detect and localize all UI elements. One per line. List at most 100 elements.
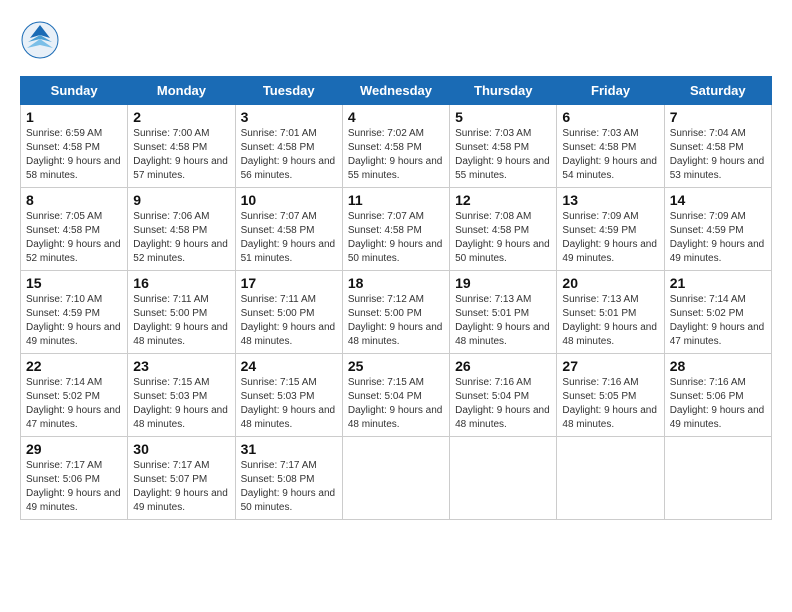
week-row-4: 22 Sunrise: 7:14 AMSunset: 5:02 PMDaylig…	[21, 354, 772, 437]
day-number: 20	[562, 275, 658, 291]
day-info: Sunrise: 7:14 AMSunset: 5:02 PMDaylight:…	[670, 294, 765, 347]
day-info: Sunrise: 7:09 AMSunset: 4:59 PMDaylight:…	[562, 211, 657, 264]
calendar-cell: 6 Sunrise: 7:03 AMSunset: 4:58 PMDayligh…	[557, 105, 664, 188]
day-number: 13	[562, 192, 658, 208]
day-info: Sunrise: 7:12 AMSunset: 5:00 PMDaylight:…	[348, 294, 443, 347]
day-number: 8	[26, 192, 122, 208]
weekday-header-saturday: Saturday	[664, 77, 771, 105]
day-number: 27	[562, 358, 658, 374]
day-number: 30	[133, 441, 229, 457]
day-number: 12	[455, 192, 551, 208]
day-info: Sunrise: 7:03 AMSunset: 4:58 PMDaylight:…	[562, 128, 657, 181]
day-info: Sunrise: 7:08 AMSunset: 4:58 PMDaylight:…	[455, 211, 550, 264]
day-info: Sunrise: 7:11 AMSunset: 5:00 PMDaylight:…	[241, 294, 336, 347]
day-info: Sunrise: 7:16 AMSunset: 5:06 PMDaylight:…	[670, 377, 765, 430]
day-number: 6	[562, 109, 658, 125]
calendar-cell: 9 Sunrise: 7:06 AMSunset: 4:58 PMDayligh…	[128, 188, 235, 271]
day-info: Sunrise: 7:17 AMSunset: 5:07 PMDaylight:…	[133, 460, 228, 513]
day-number: 4	[348, 109, 444, 125]
day-number: 18	[348, 275, 444, 291]
calendar-cell: 30 Sunrise: 7:17 AMSunset: 5:07 PMDaylig…	[128, 437, 235, 520]
calendar-cell: 3 Sunrise: 7:01 AMSunset: 4:58 PMDayligh…	[235, 105, 342, 188]
calendar-cell	[450, 437, 557, 520]
day-number: 31	[241, 441, 337, 457]
calendar-cell: 5 Sunrise: 7:03 AMSunset: 4:58 PMDayligh…	[450, 105, 557, 188]
day-info: Sunrise: 7:16 AMSunset: 5:04 PMDaylight:…	[455, 377, 550, 430]
weekday-header-row: SundayMondayTuesdayWednesdayThursdayFrid…	[21, 77, 772, 105]
day-info: Sunrise: 7:09 AMSunset: 4:59 PMDaylight:…	[670, 211, 765, 264]
day-info: Sunrise: 7:13 AMSunset: 5:01 PMDaylight:…	[455, 294, 550, 347]
calendar-cell: 13 Sunrise: 7:09 AMSunset: 4:59 PMDaylig…	[557, 188, 664, 271]
calendar-cell: 31 Sunrise: 7:17 AMSunset: 5:08 PMDaylig…	[235, 437, 342, 520]
day-number: 14	[670, 192, 766, 208]
weekday-header-thursday: Thursday	[450, 77, 557, 105]
calendar-cell: 20 Sunrise: 7:13 AMSunset: 5:01 PMDaylig…	[557, 271, 664, 354]
page-header	[20, 20, 772, 60]
calendar-cell: 2 Sunrise: 7:00 AMSunset: 4:58 PMDayligh…	[128, 105, 235, 188]
logo	[20, 20, 66, 60]
day-info: Sunrise: 7:16 AMSunset: 5:05 PMDaylight:…	[562, 377, 657, 430]
day-number: 29	[26, 441, 122, 457]
day-info: Sunrise: 7:03 AMSunset: 4:58 PMDaylight:…	[455, 128, 550, 181]
calendar-cell: 10 Sunrise: 7:07 AMSunset: 4:58 PMDaylig…	[235, 188, 342, 271]
calendar-cell: 22 Sunrise: 7:14 AMSunset: 5:02 PMDaylig…	[21, 354, 128, 437]
day-number: 10	[241, 192, 337, 208]
day-number: 9	[133, 192, 229, 208]
logo-icon	[20, 20, 60, 60]
day-info: Sunrise: 6:59 AMSunset: 4:58 PMDaylight:…	[26, 128, 121, 181]
day-number: 15	[26, 275, 122, 291]
calendar-cell	[342, 437, 449, 520]
weekday-header-wednesday: Wednesday	[342, 77, 449, 105]
day-number: 22	[26, 358, 122, 374]
day-info: Sunrise: 7:01 AMSunset: 4:58 PMDaylight:…	[241, 128, 336, 181]
day-number: 21	[670, 275, 766, 291]
day-info: Sunrise: 7:00 AMSunset: 4:58 PMDaylight:…	[133, 128, 228, 181]
calendar-table: SundayMondayTuesdayWednesdayThursdayFrid…	[20, 76, 772, 520]
calendar-cell: 26 Sunrise: 7:16 AMSunset: 5:04 PMDaylig…	[450, 354, 557, 437]
day-number: 25	[348, 358, 444, 374]
week-row-5: 29 Sunrise: 7:17 AMSunset: 5:06 PMDaylig…	[21, 437, 772, 520]
day-info: Sunrise: 7:17 AMSunset: 5:06 PMDaylight:…	[26, 460, 121, 513]
weekday-header-monday: Monday	[128, 77, 235, 105]
day-info: Sunrise: 7:04 AMSunset: 4:58 PMDaylight:…	[670, 128, 765, 181]
day-info: Sunrise: 7:02 AMSunset: 4:58 PMDaylight:…	[348, 128, 443, 181]
calendar-cell: 29 Sunrise: 7:17 AMSunset: 5:06 PMDaylig…	[21, 437, 128, 520]
weekday-header-sunday: Sunday	[21, 77, 128, 105]
calendar-cell: 11 Sunrise: 7:07 AMSunset: 4:58 PMDaylig…	[342, 188, 449, 271]
weekday-header-tuesday: Tuesday	[235, 77, 342, 105]
calendar-cell: 18 Sunrise: 7:12 AMSunset: 5:00 PMDaylig…	[342, 271, 449, 354]
calendar-cell: 19 Sunrise: 7:13 AMSunset: 5:01 PMDaylig…	[450, 271, 557, 354]
day-number: 3	[241, 109, 337, 125]
day-number: 24	[241, 358, 337, 374]
day-number: 28	[670, 358, 766, 374]
day-info: Sunrise: 7:07 AMSunset: 4:58 PMDaylight:…	[348, 211, 443, 264]
day-number: 17	[241, 275, 337, 291]
day-info: Sunrise: 7:11 AMSunset: 5:00 PMDaylight:…	[133, 294, 228, 347]
day-info: Sunrise: 7:06 AMSunset: 4:58 PMDaylight:…	[133, 211, 228, 264]
day-number: 1	[26, 109, 122, 125]
calendar-cell: 21 Sunrise: 7:14 AMSunset: 5:02 PMDaylig…	[664, 271, 771, 354]
calendar-cell: 25 Sunrise: 7:15 AMSunset: 5:04 PMDaylig…	[342, 354, 449, 437]
calendar-cell: 16 Sunrise: 7:11 AMSunset: 5:00 PMDaylig…	[128, 271, 235, 354]
calendar-cell	[664, 437, 771, 520]
weekday-header-friday: Friday	[557, 77, 664, 105]
calendar-cell: 8 Sunrise: 7:05 AMSunset: 4:58 PMDayligh…	[21, 188, 128, 271]
calendar-cell: 15 Sunrise: 7:10 AMSunset: 4:59 PMDaylig…	[21, 271, 128, 354]
day-number: 7	[670, 109, 766, 125]
day-info: Sunrise: 7:15 AMSunset: 5:03 PMDaylight:…	[133, 377, 228, 430]
calendar-cell: 1 Sunrise: 6:59 AMSunset: 4:58 PMDayligh…	[21, 105, 128, 188]
calendar-cell: 7 Sunrise: 7:04 AMSunset: 4:58 PMDayligh…	[664, 105, 771, 188]
day-info: Sunrise: 7:07 AMSunset: 4:58 PMDaylight:…	[241, 211, 336, 264]
day-number: 23	[133, 358, 229, 374]
calendar-cell: 24 Sunrise: 7:15 AMSunset: 5:03 PMDaylig…	[235, 354, 342, 437]
day-number: 11	[348, 192, 444, 208]
day-number: 19	[455, 275, 551, 291]
calendar-cell: 17 Sunrise: 7:11 AMSunset: 5:00 PMDaylig…	[235, 271, 342, 354]
day-info: Sunrise: 7:17 AMSunset: 5:08 PMDaylight:…	[241, 460, 336, 513]
day-info: Sunrise: 7:14 AMSunset: 5:02 PMDaylight:…	[26, 377, 121, 430]
week-row-3: 15 Sunrise: 7:10 AMSunset: 4:59 PMDaylig…	[21, 271, 772, 354]
calendar-cell: 28 Sunrise: 7:16 AMSunset: 5:06 PMDaylig…	[664, 354, 771, 437]
week-row-2: 8 Sunrise: 7:05 AMSunset: 4:58 PMDayligh…	[21, 188, 772, 271]
day-info: Sunrise: 7:15 AMSunset: 5:03 PMDaylight:…	[241, 377, 336, 430]
day-number: 5	[455, 109, 551, 125]
